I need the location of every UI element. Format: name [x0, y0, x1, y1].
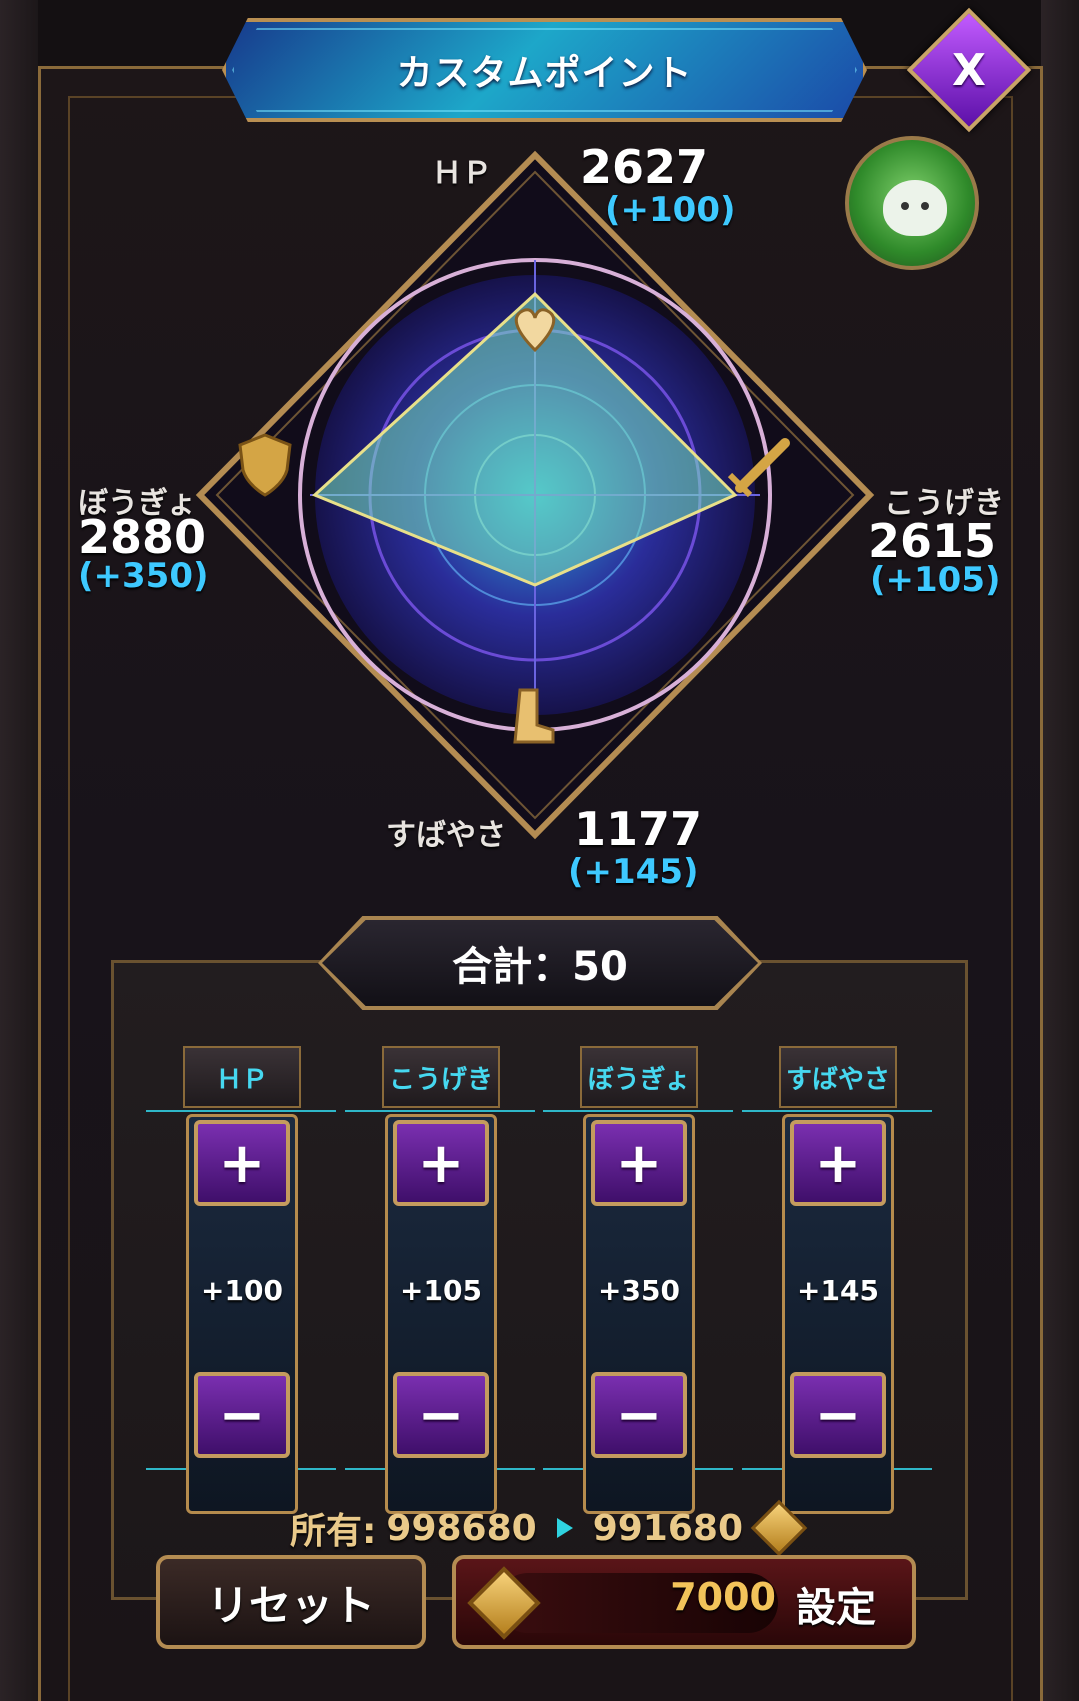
- close-button[interactable]: X: [906, 7, 1032, 133]
- set-button[interactable]: 7000 設定: [452, 1555, 916, 1649]
- title-banner: カスタムポイント: [222, 18, 867, 122]
- attack-minus-button[interactable]: −: [393, 1372, 489, 1458]
- stat-bonus-defense: (+350): [78, 556, 209, 596]
- hp-minus-button[interactable]: −: [194, 1372, 290, 1458]
- owned-label: 所有:: [290, 1511, 377, 1552]
- defense-minus-button[interactable]: −: [591, 1372, 687, 1458]
- close-icon: X: [952, 44, 986, 96]
- stat-bonus-attack: (+105): [870, 560, 1001, 600]
- speed-minus-button[interactable]: −: [790, 1372, 886, 1458]
- slime-face: [883, 180, 947, 236]
- reset-button[interactable]: リセット: [156, 1555, 426, 1649]
- right-border-decoration: [1041, 0, 1079, 1701]
- stat-name-hp: ＨＰ: [432, 156, 492, 191]
- arrow-right-icon: [556, 1518, 573, 1538]
- gold-coin-icon: [750, 1499, 808, 1557]
- set-label: 設定: [796, 1585, 876, 1631]
- column-label-defense: ぼうぎょ: [580, 1046, 698, 1108]
- hp-plus-button[interactable]: +: [194, 1120, 290, 1206]
- stat-bonus-speed: (+145): [568, 852, 699, 892]
- stat-name-speed: すばやさ: [386, 818, 506, 853]
- attack-plus-button[interactable]: +: [393, 1120, 489, 1206]
- points-value-hp: +100: [201, 1274, 283, 1307]
- points-value-defense: +350: [598, 1274, 680, 1307]
- points-value-speed: +145: [797, 1274, 879, 1307]
- set-cost: 7000: [670, 1575, 776, 1619]
- owned-after: 991680: [592, 1507, 743, 1549]
- stat-radar-chart: [195, 150, 875, 840]
- column-label-attack: こうげき: [382, 1046, 500, 1108]
- stat-bonus-hp: (+100): [605, 190, 736, 230]
- owned-current: 998680: [386, 1507, 537, 1549]
- total-plate: 合計：50: [322, 920, 758, 1006]
- slime-eye-left: [901, 202, 909, 210]
- stat-value-hp: 2627: [580, 140, 709, 194]
- page-title: カスタムポイント: [396, 53, 693, 94]
- column-label-speed: すばやさ: [779, 1046, 897, 1108]
- column-label-hp: ＨＰ: [183, 1046, 301, 1108]
- slime-eye-right: [921, 202, 929, 210]
- total-points: 合計：50: [452, 944, 628, 990]
- points-value-attack: +105: [400, 1274, 482, 1307]
- defense-plus-button[interactable]: +: [591, 1120, 687, 1206]
- owned-gold-row: 所有: 998680 991680: [290, 1499, 808, 1557]
- speed-plus-button[interactable]: +: [790, 1120, 886, 1206]
- left-border-decoration: [0, 0, 38, 1701]
- stat-value-speed: 1177: [574, 802, 703, 856]
